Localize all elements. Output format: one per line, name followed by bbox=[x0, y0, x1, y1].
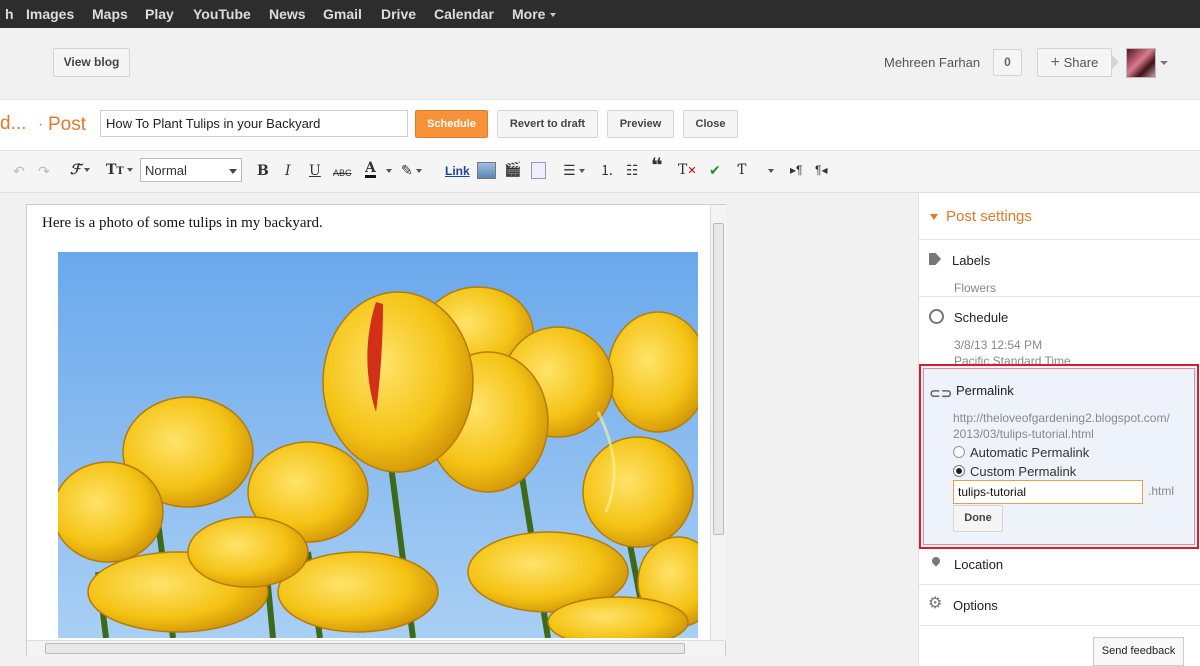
nav-item-play[interactable]: Play bbox=[145, 6, 174, 22]
text-color-caret-icon bbox=[386, 169, 392, 173]
align-icon[interactable]: ☰ bbox=[563, 162, 585, 178]
insert-link-button[interactable]: Link bbox=[445, 163, 470, 179]
ltr-icon[interactable]: ▸¶ bbox=[790, 162, 802, 178]
bulleted-list-icon[interactable]: ☷ bbox=[626, 162, 639, 178]
blog-name[interactable]: d... bbox=[0, 113, 26, 135]
revert-to-draft-button[interactable]: Revert to draft bbox=[497, 110, 598, 138]
permalink-url-line2: 2013/03/tulips-tutorial.html bbox=[953, 427, 1094, 441]
custom-permalink-radio[interactable] bbox=[953, 465, 965, 477]
paragraph-format-select[interactable]: Normal bbox=[140, 158, 242, 182]
close-button[interactable]: Close bbox=[683, 110, 738, 138]
redo-icon[interactable]: ↷ bbox=[38, 163, 50, 179]
font-family-icon[interactable]: ℱ bbox=[70, 162, 90, 178]
link-icon: ⊂⊃ bbox=[929, 385, 952, 402]
avatar[interactable] bbox=[1126, 48, 1156, 78]
rtl-icon[interactable]: ¶◂ bbox=[815, 162, 827, 178]
labels-value: Flowers bbox=[954, 281, 996, 295]
schedule-section-title[interactable]: Schedule bbox=[954, 310, 1008, 325]
horizontal-scrollbar[interactable] bbox=[27, 640, 725, 656]
user-name[interactable]: Mehreen Farhan bbox=[884, 55, 980, 70]
permalink-suffix: .html bbox=[1148, 484, 1174, 498]
underline-icon[interactable]: U bbox=[309, 163, 321, 179]
custom-permalink-label[interactable]: Custom Permalink bbox=[970, 464, 1076, 479]
automatic-permalink-radio[interactable] bbox=[953, 446, 965, 458]
nav-item-maps[interactable]: Maps bbox=[92, 6, 128, 22]
permalink-url-line1: http://theloveofgardening2.blogspot.com/ bbox=[953, 411, 1170, 425]
spellcheck-icon[interactable]: ✔ bbox=[709, 162, 721, 178]
highlight-color-icon[interactable]: ✎ bbox=[401, 162, 422, 178]
share-button[interactable]: + Share bbox=[1037, 48, 1112, 77]
insert-image-icon[interactable] bbox=[477, 162, 496, 179]
nav-item-news[interactable]: News bbox=[269, 6, 306, 22]
labels-section-title[interactable]: Labels bbox=[952, 253, 990, 268]
nav-item-more[interactable]: More bbox=[512, 6, 556, 22]
bold-icon[interactable]: B bbox=[257, 163, 269, 179]
italic-icon[interactable]: I bbox=[285, 163, 291, 179]
nav-item-search[interactable]: h bbox=[5, 6, 14, 22]
share-label: Share bbox=[1064, 55, 1099, 70]
more-tools-chevron-icon[interactable] bbox=[768, 169, 774, 173]
divider bbox=[919, 584, 1200, 585]
done-button[interactable]: Done bbox=[953, 505, 1003, 532]
gear-icon: ⚙ bbox=[928, 596, 942, 612]
post-settings-title[interactable]: Post settings bbox=[946, 208, 1032, 225]
radio-selected-dot bbox=[956, 468, 962, 474]
account-chevron-down-icon[interactable] bbox=[1160, 61, 1168, 65]
font-size-icon[interactable]: TT bbox=[106, 162, 133, 180]
clock-icon bbox=[929, 309, 944, 324]
insert-jump-break-icon[interactable] bbox=[531, 162, 546, 179]
post-title-input[interactable] bbox=[100, 110, 408, 137]
divider bbox=[919, 625, 1200, 626]
location-section-title[interactable]: Location bbox=[954, 557, 1003, 572]
options-section-title[interactable]: Options bbox=[953, 598, 998, 613]
post-body-editor[interactable]: Here is a photo of some tulips in my bac… bbox=[26, 204, 726, 656]
remove-formatting-icon[interactable]: T✕ bbox=[678, 162, 697, 179]
input-tools-icon[interactable]: Ƭ bbox=[737, 162, 746, 178]
plus-icon: + bbox=[1051, 54, 1060, 71]
notification-count[interactable]: 0 bbox=[993, 49, 1022, 76]
strikethrough-icon[interactable]: ABC bbox=[333, 165, 352, 181]
vertical-scroll-thumb[interactable] bbox=[713, 223, 724, 535]
quote-icon[interactable]: ❝ bbox=[651, 158, 663, 174]
vertical-scrollbar[interactable] bbox=[710, 205, 726, 641]
schedule-datetime: 3/8/13 12:54 PM bbox=[954, 338, 1042, 352]
insert-video-icon[interactable]: 🎬 bbox=[504, 161, 521, 177]
send-feedback-button[interactable]: Send feedback bbox=[1093, 637, 1184, 666]
view-blog-button[interactable]: View blog bbox=[53, 48, 130, 77]
divider bbox=[919, 296, 1200, 297]
schedule-button[interactable]: Schedule bbox=[415, 110, 488, 138]
post-body-text: Here is a photo of some tulips in my bac… bbox=[42, 215, 323, 232]
section-title: Post bbox=[48, 114, 86, 136]
automatic-permalink-label[interactable]: Automatic Permalink bbox=[970, 445, 1089, 460]
preview-button[interactable]: Preview bbox=[607, 110, 674, 138]
horizontal-scroll-thumb[interactable] bbox=[45, 643, 685, 654]
nav-item-youtube[interactable]: YouTube bbox=[193, 6, 251, 22]
nav-item-calendar[interactable]: Calendar bbox=[434, 6, 494, 22]
chevron-down-icon bbox=[229, 169, 237, 174]
collapse-arrow-icon[interactable] bbox=[930, 214, 938, 220]
numbered-list-icon[interactable]: ⒈ bbox=[600, 162, 614, 178]
google-top-bar: h Images Maps Play YouTube News Gmail Dr… bbox=[0, 0, 1200, 28]
nav-item-drive[interactable]: Drive bbox=[381, 6, 416, 22]
title-separator: · bbox=[38, 116, 43, 134]
permalink-section-title[interactable]: Permalink bbox=[956, 383, 1014, 398]
nav-item-images[interactable]: Images bbox=[26, 6, 74, 22]
undo-icon[interactable]: ↶ bbox=[13, 163, 25, 179]
divider bbox=[919, 239, 1200, 240]
nav-item-gmail[interactable]: Gmail bbox=[323, 6, 362, 22]
custom-permalink-input[interactable] bbox=[953, 480, 1143, 504]
share-arrow-icon bbox=[1112, 55, 1119, 69]
tulips-photo[interactable] bbox=[58, 252, 698, 638]
text-color-icon[interactable]: A bbox=[365, 162, 376, 178]
format-select-value: Normal bbox=[145, 163, 187, 178]
